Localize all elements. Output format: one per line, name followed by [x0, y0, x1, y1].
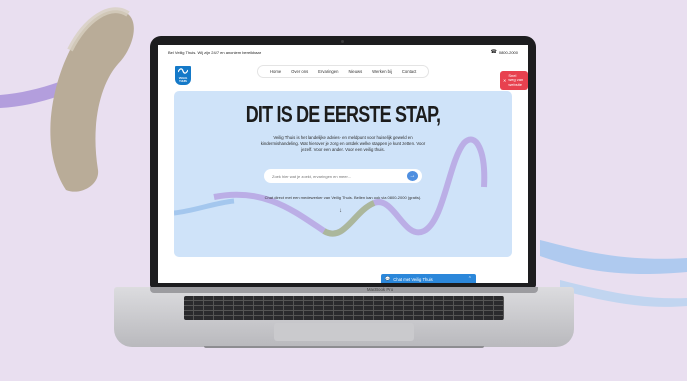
site-header: VEILIG THUIS Home Over ons Ervaringen Ni… [158, 59, 528, 89]
camera-icon [341, 40, 344, 43]
chat-icon: 💬 [385, 276, 391, 281]
logo-text-line2: THUIS [179, 80, 187, 83]
hero-title: DIT IS DE EERSTE STAP, [245, 101, 441, 127]
hero-intro: Veilig Thuis is het landelijke advies- e… [260, 135, 426, 152]
marketing-scene: Bel Veilig Thuis. Wij zijn 24/7 en anoni… [0, 0, 687, 381]
quick-exit-line3: website [508, 81, 522, 87]
browser-viewport: Bel Veilig Thuis. Wij zijn 24/7 en anoni… [158, 45, 528, 283]
chevron-up-icon: ⌃ [467, 276, 472, 282]
hero-section: DIT IS DE EERSTE STAP, Veilig Thuis is h… [174, 91, 512, 257]
nav-item-nieuws[interactable]: Nieuws [343, 69, 367, 74]
laptop-base: MacBook Pro [114, 287, 574, 347]
search-button[interactable]: → [407, 171, 418, 181]
phone-icon: ☎ [490, 49, 497, 55]
laptop-model-label: MacBook Pro [366, 287, 394, 292]
search-input[interactable] [264, 169, 422, 183]
help-text: Chat direct met een medewerker van Veili… [264, 195, 422, 200]
close-icon: ✕ [503, 78, 507, 83]
top-notice-bar: Bel Veilig Thuis. Wij zijn 24/7 en anoni… [158, 45, 528, 59]
chat-button[interactable]: 💬 Chat met Veilig Thuis ⌃ [381, 274, 476, 283]
nav-item-home[interactable]: Home [265, 69, 286, 74]
phone-number: 0800-2000 [498, 49, 518, 55]
laptop-keyboard [184, 296, 504, 320]
notice-text: Bel Veilig Thuis. Wij zijn 24/7 en anoni… [168, 49, 262, 55]
main-nav: Home Over ons Ervaringen Nieuws Werken b… [257, 65, 430, 78]
scroll-down-icon[interactable]: ↓ [339, 208, 342, 214]
nav-item-contact[interactable]: Contact [397, 69, 421, 74]
nav-item-over-ons[interactable]: Over ons [286, 69, 313, 74]
nav-item-ervaringen[interactable]: Ervaringen [313, 69, 343, 74]
phone-link[interactable]: ☎ 0800-2000 [491, 49, 518, 55]
quick-exit-label: Snel weg van website [508, 73, 523, 88]
arrow-right-icon: → [409, 173, 416, 179]
laptop-hinge: MacBook Pro [150, 287, 538, 293]
laptop-lid: Bel Veilig Thuis. Wij zijn 24/7 en anoni… [150, 36, 536, 288]
laptop-trackpad [274, 323, 414, 341]
logo-wave-icon [178, 68, 188, 74]
nav-item-werken-bij[interactable]: Werken bij [367, 69, 397, 74]
quick-exit-button[interactable]: ✕ Snel weg van website [500, 71, 528, 90]
site-logo[interactable]: VEILIG THUIS [175, 66, 191, 85]
laptop-foot [204, 346, 484, 348]
chat-button-label: Chat met Veilig Thuis [393, 276, 433, 282]
